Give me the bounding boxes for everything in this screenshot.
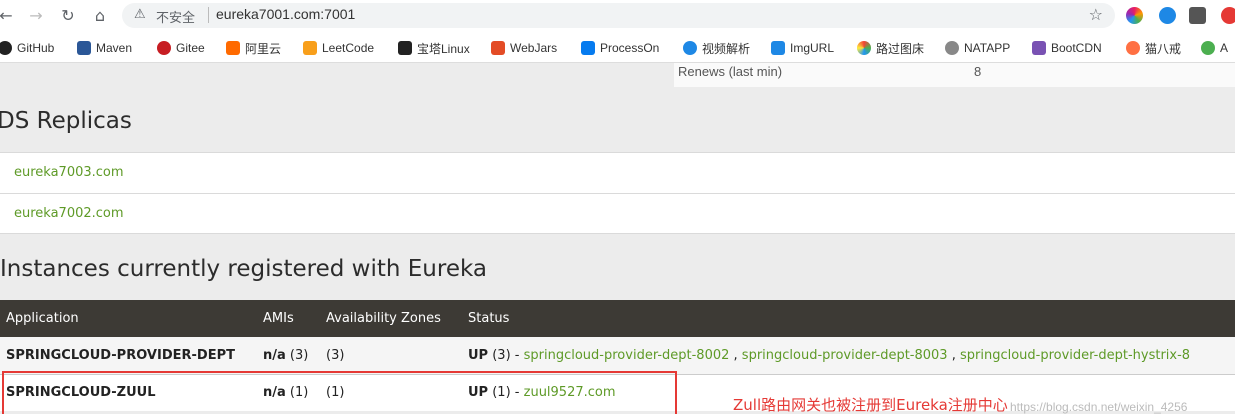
bookmark-label: ProcessOn — [600, 41, 660, 55]
security-label: 不安全 — [156, 11, 196, 26]
bookmark-item[interactable]: NATAPP — [945, 39, 1010, 57]
bookmark-item[interactable]: Maven — [77, 39, 132, 57]
luguo-icon — [857, 41, 871, 55]
replica-link[interactable]: eureka7002.com — [14, 206, 124, 221]
bookmark-label: GitHub — [17, 41, 55, 55]
back-arrow-icon[interactable]: ← — [0, 6, 16, 26]
renews-label: Renews (last min) — [678, 64, 783, 79]
omnibox-divider — [208, 7, 209, 23]
zones-cell: (3) — [320, 337, 462, 374]
extension-blue-icon[interactable] — [1159, 7, 1176, 24]
bookmark-label: ImgURL — [790, 41, 835, 55]
bookmark-item[interactable]: 路过图床 — [857, 39, 924, 57]
bookmark-item[interactable]: 阿里云 — [226, 39, 281, 57]
gitee-icon — [157, 41, 171, 55]
highlight-box — [2, 371, 677, 414]
column-header-amis: AMIs — [257, 300, 320, 337]
natapp-icon — [945, 41, 959, 55]
browser-toolbar: ← → ↻ ⌂ ⚠ 不安全 eureka7001.com:7001 ☆ — [0, 0, 1235, 32]
extension-weibo-icon[interactable] — [1221, 7, 1235, 24]
table-row: SPRINGCLOUD-PROVIDER-DEPT n/a (3) (3) UP… — [0, 337, 1235, 374]
processon-icon — [581, 41, 595, 55]
replicas-title: DS Replicas — [0, 108, 132, 134]
bookmark-label: 视频解析 — [702, 41, 751, 56]
bookmark-label: A — [1220, 41, 1229, 55]
amis-value: n/a — [263, 347, 286, 363]
bt-icon — [398, 41, 412, 55]
status-up: UP — [468, 347, 489, 363]
application-cell: SPRINGCLOUD-PROVIDER-DEPT — [0, 337, 257, 374]
bookmark-star-icon[interactable]: ☆ — [1089, 5, 1103, 24]
address-bar[interactable]: ⚠ 不安全 eureka7001.com:7001 ☆ — [122, 3, 1115, 28]
bookmark-label: Maven — [96, 41, 133, 55]
bookmark-label: Gitee — [176, 41, 205, 55]
amis-count: (3) — [289, 347, 309, 363]
extension-colorful-icon[interactable] — [1126, 7, 1143, 24]
bookmark-item[interactable]: GitHub — [0, 39, 54, 57]
home-icon[interactable]: ⌂ — [90, 6, 110, 26]
status-cell: UP (3) - springcloud-provider-dept-8002 … — [462, 337, 1235, 374]
bookmark-item[interactable]: A — [1201, 39, 1228, 57]
bookmark-item[interactable]: ImgURL — [771, 39, 834, 57]
bookmark-label: LeetCode — [322, 41, 375, 55]
renews-row: Renews (last min) 8 — [674, 63, 1235, 87]
column-header-status: Status — [462, 300, 1235, 337]
extension-gray-icon[interactable] — [1189, 7, 1206, 24]
instances-title: Instances currently registered with Eure… — [0, 256, 487, 282]
bookmark-label: 猫八戒 — [1145, 41, 1182, 56]
webjars-icon — [491, 41, 505, 55]
bookmark-label: NATAPP — [964, 41, 1011, 55]
replica-link[interactable]: eureka7003.com — [14, 165, 124, 180]
bookmarks-bar: GitHub Maven Gitee 阿里云 LeetCode 宝塔Linux … — [0, 32, 1235, 63]
a-icon — [1201, 41, 1215, 55]
replica-row: eureka7002.com — [0, 193, 1235, 234]
bookmark-item[interactable]: LeetCode — [303, 39, 374, 57]
video-icon — [683, 41, 697, 55]
replica-row: eureka7003.com — [0, 152, 1235, 193]
column-header-application: Application — [0, 300, 257, 337]
bookmark-label: 阿里云 — [245, 41, 282, 56]
bookmark-label: 路过图床 — [876, 41, 925, 56]
bookmark-item[interactable]: 视频解析 — [683, 39, 750, 57]
warning-icon: ⚠ — [134, 7, 146, 22]
watermark-text: https://blog.csdn.net/weixin_4256 — [1010, 400, 1188, 414]
amis-cell: n/a (3) — [257, 337, 320, 374]
renews-value: 8 — [974, 64, 982, 79]
github-icon — [0, 41, 12, 55]
bookmark-item[interactable]: ProcessOn — [581, 39, 659, 57]
application-name: SPRINGCLOUD-PROVIDER-DEPT — [6, 347, 235, 363]
bookmark-label: WebJars — [510, 41, 558, 55]
annotation-text: Zull路由网关也被注册到Eureka注册中心 — [733, 396, 1008, 414]
url-text[interactable]: eureka7001.com:7001 — [216, 6, 355, 22]
bookmark-label: 宝塔Linux — [417, 41, 470, 56]
instance-link[interactable]: springcloud-provider-dept-8003 — [742, 348, 948, 363]
bookmark-label: BootCDN — [1051, 41, 1102, 55]
instance-link[interactable]: springcloud-provider-dept-8002 — [524, 348, 730, 363]
reload-icon[interactable]: ↻ — [58, 6, 78, 26]
bookmark-item[interactable]: Gitee — [157, 39, 205, 57]
bookmark-item[interactable]: WebJars — [491, 39, 557, 57]
column-header-zones: Availability Zones — [320, 300, 462, 337]
aliyun-icon — [226, 41, 240, 55]
imgurl-icon — [771, 41, 785, 55]
table-header-row: Application AMIs Availability Zones Stat… — [0, 300, 1235, 337]
bootcdn-icon — [1032, 41, 1046, 55]
bookmark-item[interactable]: BootCDN — [1032, 39, 1102, 57]
bookmark-item[interactable]: 宝塔Linux — [398, 39, 470, 57]
instance-link[interactable]: springcloud-provider-dept-hystrix-8 — [960, 348, 1190, 363]
bookmark-item[interactable]: 猫八戒 — [1126, 39, 1181, 57]
maven-icon — [77, 41, 91, 55]
status-count: (3) - — [492, 347, 520, 363]
mao-icon — [1126, 41, 1140, 55]
leetcode-icon — [303, 41, 317, 55]
forward-arrow-icon[interactable]: → — [26, 6, 46, 26]
